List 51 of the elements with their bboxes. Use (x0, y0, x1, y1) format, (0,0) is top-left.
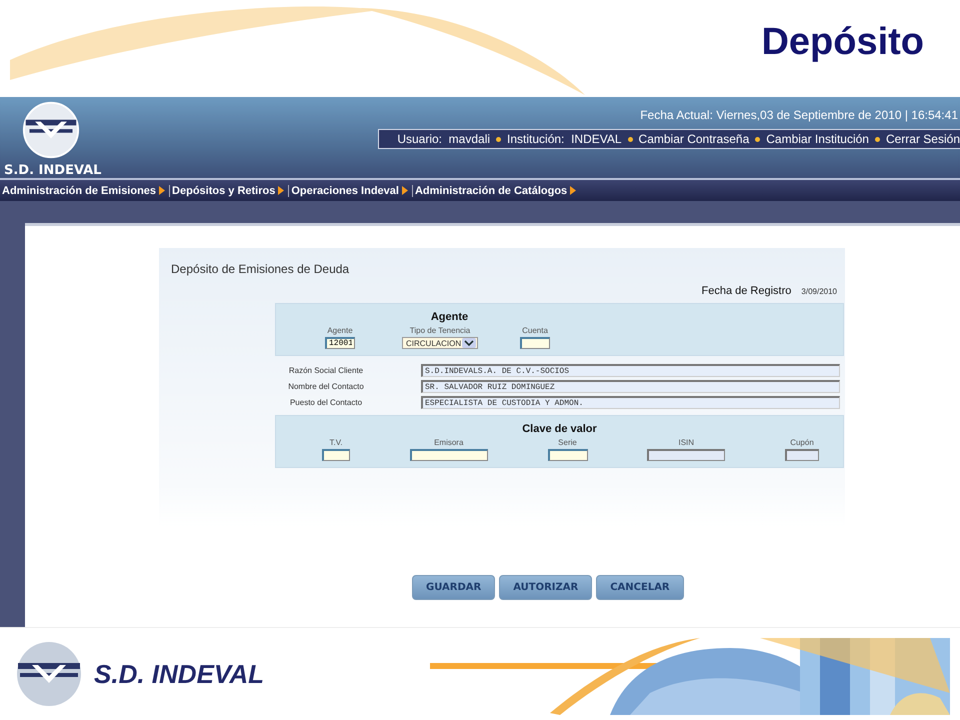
form-title: Depósito de Emisiones de Deuda (171, 262, 350, 276)
caret-icon (159, 186, 166, 195)
field-label: ISIN (678, 438, 694, 447)
user-bar-item[interactable]: Cambiar Institución (766, 132, 869, 146)
menu-item[interactable]: Administración de Emisiones (0, 184, 170, 196)
field-label: Agente (327, 326, 353, 335)
caret-icon (278, 186, 284, 195)
input-field[interactable] (322, 449, 350, 461)
logo-icon (16, 641, 82, 707)
bullet-icon (874, 136, 880, 142)
field-label: Cupón (790, 438, 814, 447)
field-label: Serie (558, 438, 577, 447)
input-field[interactable] (548, 449, 588, 461)
action-button[interactable]: AUTORIZAR (499, 575, 592, 600)
slide-title: Depósito (761, 21, 924, 64)
logo-icon (20, 101, 82, 159)
field-label: Puesto del Contacto (288, 398, 364, 407)
field-label: Razón Social Cliente (288, 366, 364, 375)
user-bar-item[interactable]: Institución: INDEVAL (507, 132, 622, 146)
registro-date: 3/09/2010 (801, 287, 837, 296)
field-label: T.V. (329, 438, 343, 447)
bullet-icon (496, 136, 502, 142)
field-label: Nombre del Contacto (287, 382, 365, 391)
field-label: Emisora (434, 438, 464, 447)
input-field[interactable] (410, 449, 488, 461)
input-field[interactable]: ESPECIALISTA DE CUSTODIA Y ADMON. (421, 396, 840, 409)
section-title: Clave de valor (521, 423, 598, 435)
user-bar-item[interactable]: Cerrar Sesión (886, 132, 960, 146)
section-title: Agente (430, 311, 470, 323)
action-button[interactable]: CANCELAR (596, 575, 684, 600)
menu-item[interactable]: Administración de Catálogos (412, 184, 580, 196)
current-date: Fecha Actual: Viernes,03 de Septiembre de 2010 | 16:54:41 (640, 108, 958, 122)
input-field[interactable] (520, 337, 550, 349)
action-button[interactable]: GUARDAR (412, 575, 496, 600)
menu-item[interactable]: Depósitos y Retiros (170, 184, 290, 196)
bullet-icon (755, 136, 760, 142)
user-bar-item[interactable]: Cambiar Contraseña (638, 132, 750, 146)
chevron-icon (462, 338, 476, 348)
menu-item[interactable]: Operaciones Indeval (289, 184, 413, 196)
tenencia-dropdown[interactable]: CIRCULACION (402, 337, 478, 349)
field-label: Tipo de Tenencia (410, 326, 470, 335)
registro-label: Fecha de Registro (702, 285, 792, 297)
input-field[interactable]: SR. SALVADOR RUIZ DOMINGUEZ (421, 380, 840, 393)
caret-icon (570, 186, 576, 195)
caret-icon (402, 186, 408, 195)
brand-name: S.D. INDEVAL (4, 163, 102, 178)
user-bar-item[interactable]: Usuario: mavdali (397, 132, 490, 146)
brand-name: S.D. INDEVAL (94, 658, 264, 690)
field-label: Cuenta (522, 326, 548, 335)
input-field[interactable]: S.D.INDEVALS.A. DE C.V.-SOCIOS (421, 364, 840, 377)
bullet-icon (628, 136, 633, 142)
